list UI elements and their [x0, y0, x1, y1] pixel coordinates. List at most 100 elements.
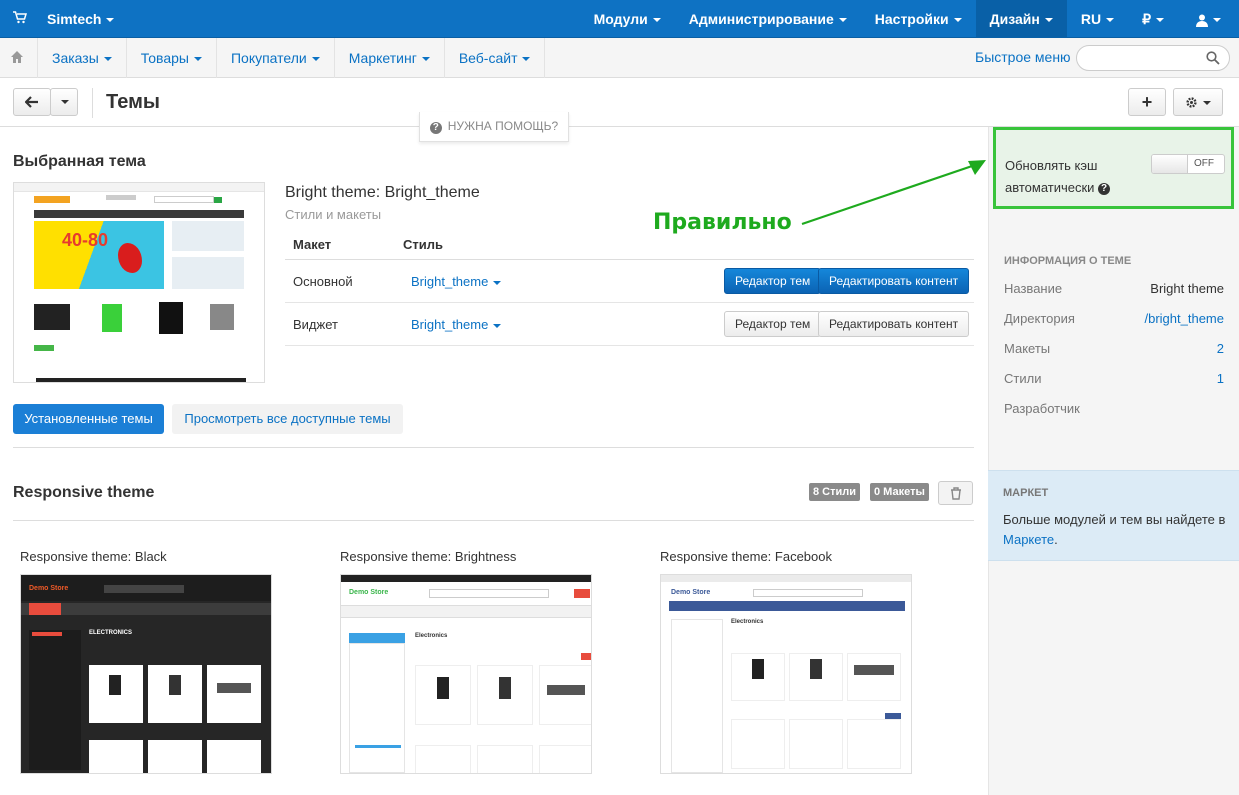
top-menu-administration[interactable]: Администрирование: [675, 0, 861, 38]
nav-item-marketing[interactable]: Маркетинг: [333, 38, 444, 78]
top-menu-modules[interactable]: Модули: [580, 0, 675, 38]
toggle-state: OFF: [1194, 158, 1214, 169]
search-input[interactable]: [1076, 45, 1230, 71]
theme-info-layouts: Макеты 2: [1004, 341, 1224, 371]
store-switcher[interactable]: Simtech: [47, 11, 115, 27]
cache-label: Обновлять кэш автоматически ?: [1005, 155, 1111, 199]
market-box: МАРКЕТ Больше модулей и тем вы найдете в…: [988, 470, 1239, 561]
help-icon[interactable]: ?: [1098, 182, 1111, 195]
sidebar: [988, 127, 1239, 795]
nav-item-products[interactable]: Товары: [125, 38, 216, 78]
quick-menu-link[interactable]: Быстрое меню: [975, 49, 1071, 65]
preview-store-name: Demo Store: [349, 589, 389, 596]
style-preview-black[interactable]: Demo Store ELECTRONICS: [20, 574, 272, 774]
annotation-label: Правильно: [653, 210, 792, 235]
page-header: Темы +: [0, 79, 1239, 127]
header-divider: [92, 88, 93, 118]
tab-installed-themes[interactable]: Установленные темы: [13, 404, 164, 434]
nav-item-orders[interactable]: Заказы: [37, 38, 126, 78]
selected-theme-subtitle: Стили и макеты: [285, 207, 382, 222]
currency-selector[interactable]: ₽: [1128, 0, 1178, 38]
chevron-down-icon: [61, 100, 69, 104]
settings-dropdown-button[interactable]: [1173, 88, 1223, 116]
layouts-table-header: Макет Стиль: [285, 230, 974, 260]
theme-info-title: ИНФОРМАЦИЯ О ТЕМЕ: [1004, 255, 1132, 267]
user-icon: [1196, 14, 1208, 27]
cache-toggle[interactable]: OFF: [1151, 154, 1225, 174]
styles-badge: 8 Стили: [809, 483, 861, 501]
gear-icon: [1186, 97, 1197, 108]
styles-count-link[interactable]: 1: [1217, 371, 1224, 401]
layout-name: Виджет: [293, 317, 338, 332]
style-name: Responsive theme: Black: [20, 549, 167, 564]
toggle-knob: [1152, 155, 1188, 173]
style-dropdown[interactable]: Bright_theme: [411, 317, 502, 332]
language-selector[interactable]: RU: [1067, 0, 1128, 38]
style-dropdown[interactable]: Bright_theme: [411, 274, 502, 289]
top-menu: Модули Администрирование Настройки Дизай…: [580, 0, 1239, 38]
preview-store-name: Demo Store: [29, 585, 69, 592]
layouts-table: Макет Стиль Основной Bright_theme Редакт…: [285, 230, 974, 346]
cache-setting-box: Обновлять кэш автоматически ? OFF: [993, 127, 1234, 209]
cart-icon[interactable]: [13, 11, 28, 27]
nav-item-website[interactable]: Веб-сайт: [443, 38, 546, 78]
top-bar: Simtech Модули Администрирование Настрой…: [0, 0, 1239, 38]
style-preview-brightness[interactable]: Demo Store Electronics: [340, 574, 592, 774]
banner-text: 40-80: [62, 230, 109, 250]
top-menu-design[interactable]: Дизайн: [975, 0, 1067, 38]
theme-info-developer: Разработчик: [1004, 401, 1080, 416]
trash-icon: [951, 487, 961, 500]
history-dropdown-button[interactable]: [50, 88, 78, 116]
layout-name: Основной: [293, 274, 353, 289]
layouts-count-link[interactable]: 2: [1217, 341, 1224, 371]
market-title: МАРКЕТ: [1003, 487, 1049, 499]
theme-editor-button[interactable]: Редактор тем: [724, 268, 822, 294]
preview-store-name: Demo Store: [671, 589, 711, 596]
add-theme-button[interactable]: +: [1128, 88, 1166, 116]
arrow-left-icon: [25, 96, 38, 108]
annotation-arrow: [801, 160, 986, 226]
directory-link[interactable]: /bright_theme: [1145, 311, 1225, 341]
market-text: Больше модулей и тем вы найдете в Маркет…: [1003, 512, 1226, 547]
divider: [13, 447, 974, 448]
table-row: Основной Bright_theme Редактор тем Редак…: [285, 260, 974, 303]
theme-info: ИНФОРМАЦИЯ О ТЕМЕ Название Bright theme Д…: [1004, 255, 1224, 431]
column-layout: Макет: [293, 237, 332, 252]
nav-items: Заказы Товары Покупатели Маркетинг Веб-с…: [37, 38, 546, 78]
tab-all-themes[interactable]: Просмотреть все доступные темы: [172, 404, 403, 434]
top-menu-settings[interactable]: Настройки: [861, 0, 976, 38]
edit-content-button[interactable]: Редактировать контент: [818, 268, 970, 294]
store-name: Simtech: [47, 11, 102, 27]
back-button[interactable]: [13, 88, 51, 116]
theme-info-name: Название Bright theme: [1004, 281, 1224, 296]
home-icon[interactable]: [10, 50, 24, 64]
help-label: НУЖНА ПОМОЩЬ?: [447, 119, 559, 133]
theme-info-styles: Стили 1: [1004, 371, 1224, 401]
divider: [13, 520, 974, 521]
selected-theme-heading: Выбранная тема: [13, 153, 146, 170]
page-title: Темы: [106, 91, 160, 113]
market-link[interactable]: Маркете: [1003, 532, 1054, 547]
table-row: Виджет Bright_theme Редактор тем Редакти…: [285, 303, 974, 346]
help-tab[interactable]: ? НУЖНА ПОМОЩЬ?: [419, 112, 569, 142]
style-name: Responsive theme: Brightness: [340, 549, 517, 564]
preview-category: ELECTRONICS: [89, 630, 133, 636]
column-style: Стиль: [403, 237, 443, 252]
preview-category: Electronics: [731, 619, 764, 625]
nav-item-customers[interactable]: Покупатели: [215, 38, 334, 78]
user-menu[interactable]: [1178, 0, 1239, 38]
selected-theme-preview[interactable]: 40-80: [13, 182, 265, 383]
search-icon: [1206, 51, 1220, 65]
style-preview-facebook[interactable]: Demo Store Electronics: [660, 574, 912, 774]
delete-theme-button[interactable]: [938, 481, 973, 505]
layouts-badge: 0 Макеты: [870, 483, 929, 501]
question-icon: ?: [429, 122, 442, 134]
theme-info-directory: Директория/bright_theme: [1004, 311, 1224, 341]
nav-bar: Заказы Товары Покупатели Маркетинг Веб-с…: [0, 38, 1239, 78]
preview-category: Electronics: [415, 633, 448, 639]
selected-theme-name: Bright theme: Bright_theme: [285, 184, 480, 201]
edit-content-button[interactable]: Редактировать контент: [818, 311, 970, 337]
theme-editor-button[interactable]: Редактор тем: [724, 311, 822, 337]
responsive-theme-heading: Responsive theme: [13, 484, 155, 501]
style-name: Responsive theme: Facebook: [660, 549, 832, 564]
